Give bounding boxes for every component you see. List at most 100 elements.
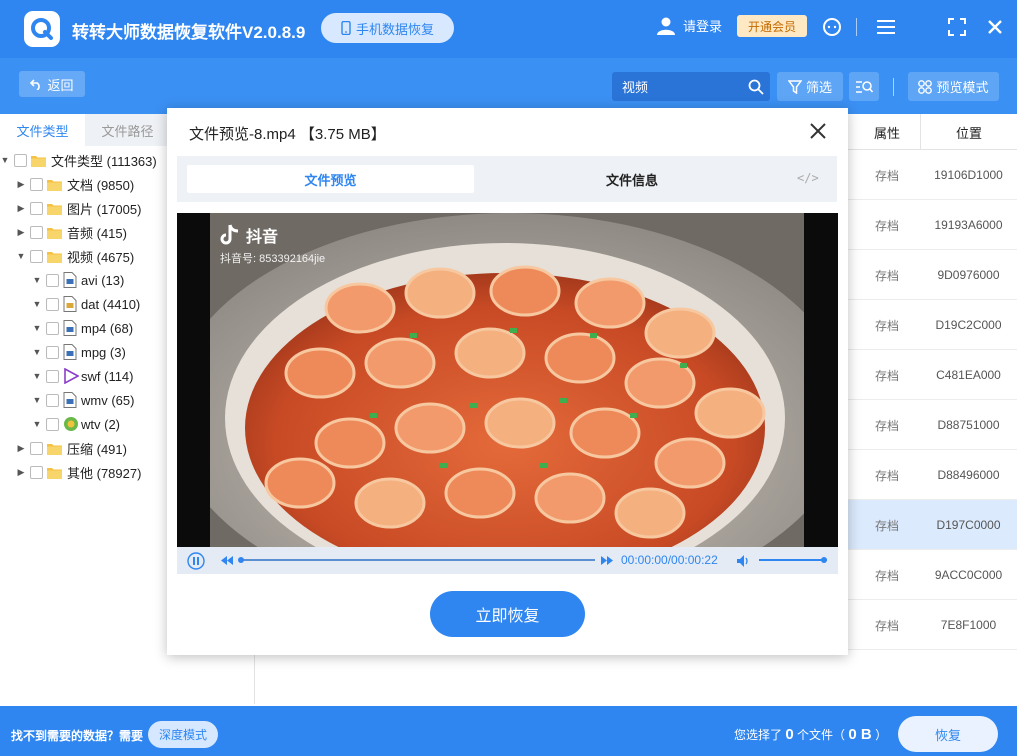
column-header-attr[interactable]: 属性 bbox=[848, 114, 926, 150]
volume-slider[interactable] bbox=[759, 557, 827, 563]
close-icon[interactable] bbox=[984, 16, 1006, 38]
tree-item-label: 文件类型 (111363) bbox=[51, 153, 157, 169]
tree-item-audio[interactable]: ▶ 音频 (415) bbox=[16, 220, 127, 244]
back-button[interactable]: 返回 bbox=[19, 71, 85, 97]
cell-attribute: 存档 bbox=[874, 168, 899, 183]
tree-item-other[interactable]: ▶ 其他 (78927) bbox=[16, 460, 141, 484]
chevron-down-icon[interactable]: ▼ bbox=[32, 371, 42, 381]
checkbox[interactable] bbox=[30, 177, 43, 191]
recover-now-button[interactable]: 立即恢复 bbox=[430, 591, 585, 637]
table-row[interactable]: 存档 C481EA000 bbox=[848, 350, 1017, 400]
shrimp-shape bbox=[544, 332, 616, 384]
checkbox[interactable] bbox=[46, 297, 59, 311]
dialog-close-icon[interactable] bbox=[807, 120, 829, 142]
deep-mode-button[interactable]: 深度模式 bbox=[148, 721, 218, 748]
cell-attribute: 存档 bbox=[874, 268, 899, 283]
tree-item-mpg[interactable]: ▼ mpg (3) bbox=[32, 340, 126, 364]
mobile-recovery-button[interactable]: 手机数据恢复 bbox=[321, 13, 454, 43]
table-row[interactable]: 存档 D88751000 bbox=[848, 400, 1017, 450]
tree-item-label: 压缩 (491) bbox=[67, 441, 127, 457]
list-search-button[interactable] bbox=[849, 72, 879, 101]
tab-file-path[interactable]: 文件路径 bbox=[85, 114, 170, 146]
tree-item-images[interactable]: ▶ 图片 (17005) bbox=[16, 196, 141, 220]
tab-file-preview[interactable]: 文件预览 bbox=[187, 165, 474, 193]
table-row[interactable]: 存档 D197C0000 bbox=[848, 500, 1017, 550]
login-link[interactable]: 请登录 bbox=[656, 16, 722, 35]
chevron-down-icon[interactable]: ▼ bbox=[32, 275, 42, 285]
shrimp-shape bbox=[534, 472, 606, 524]
menu-icon[interactable] bbox=[875, 16, 897, 38]
checkbox[interactable] bbox=[46, 417, 59, 431]
column-header-position[interactable]: 位置 bbox=[920, 114, 1017, 150]
code-icon[interactable]: </> bbox=[797, 171, 819, 185]
search-input[interactable] bbox=[612, 72, 742, 101]
support-icon[interactable] bbox=[821, 16, 843, 38]
checkbox[interactable] bbox=[46, 321, 59, 335]
maximize-icon[interactable] bbox=[946, 16, 968, 38]
checkbox[interactable] bbox=[30, 201, 43, 215]
chevron-down-icon[interactable]: ▼ bbox=[32, 419, 42, 429]
chevron-down-icon[interactable]: ▼ bbox=[32, 323, 42, 333]
checkbox[interactable] bbox=[30, 441, 43, 455]
video-player[interactable]: 抖音 抖音号: 853392164jie bbox=[177, 213, 838, 547]
table-row[interactable]: 存档 9D0976000 bbox=[848, 250, 1017, 300]
checkbox[interactable] bbox=[46, 345, 59, 359]
tree-item-wtv[interactable]: ▼ wtv (2) bbox=[32, 412, 120, 436]
search-icon[interactable] bbox=[748, 79, 764, 95]
table-row[interactable]: 存档 9ACC0C000 bbox=[848, 550, 1017, 600]
checkbox[interactable] bbox=[30, 249, 43, 263]
table-row[interactable]: 存档 19106D1000 bbox=[848, 150, 1017, 200]
chevron-down-icon[interactable]: ▼ bbox=[32, 299, 42, 309]
cell-position: 9ACC0C000 bbox=[934, 568, 1003, 582]
video-file-icon bbox=[63, 392, 77, 408]
rewind-icon[interactable] bbox=[221, 556, 233, 565]
chevron-down-icon[interactable]: ▼ bbox=[32, 347, 42, 357]
tree-item-label: 音频 (415) bbox=[67, 225, 127, 241]
table-row[interactable]: 存档 D19C2C000 bbox=[848, 300, 1017, 350]
table-row[interactable]: 存档 D88496000 bbox=[848, 450, 1017, 500]
filter-button[interactable]: 筛选 bbox=[777, 72, 843, 101]
checkbox[interactable] bbox=[46, 393, 59, 407]
fast-forward-icon[interactable] bbox=[601, 556, 613, 565]
tab-file-info[interactable]: 文件信息 bbox=[477, 165, 787, 193]
preview-mode-button[interactable]: 预览模式 bbox=[908, 72, 999, 101]
shrimp-shape bbox=[354, 477, 426, 529]
watermark-id: 抖音号: 853392164jie bbox=[220, 253, 326, 265]
chevron-right-icon[interactable]: ▶ bbox=[16, 467, 26, 477]
chevron-down-icon[interactable]: ▼ bbox=[32, 395, 42, 405]
chevron-right-icon[interactable]: ▶ bbox=[16, 227, 26, 237]
tree-item-video[interactable]: ▼ 视频 (4675) bbox=[16, 244, 134, 268]
time-display: 00:00:00/00:00:22 bbox=[621, 553, 718, 567]
tree-item-documents[interactable]: ▶ 文档 (9850) bbox=[16, 172, 134, 196]
tree-item-avi[interactable]: ▼ avi (13) bbox=[32, 268, 124, 292]
chevron-down-icon[interactable]: ▼ bbox=[16, 251, 26, 261]
checkbox[interactable] bbox=[30, 225, 43, 239]
tab-file-type[interactable]: 文件类型 bbox=[0, 114, 85, 146]
table-row[interactable]: 存档 19193A6000 bbox=[848, 200, 1017, 250]
preview-mode-label: 预览模式 bbox=[936, 80, 989, 95]
checkbox[interactable] bbox=[30, 465, 43, 479]
tree-item-swf[interactable]: ▼ swf (114) bbox=[32, 364, 134, 388]
seek-bar[interactable] bbox=[238, 557, 595, 563]
tree-item-root[interactable]: ▼ 文件类型 (111363) bbox=[0, 148, 157, 172]
table-row[interactable]: 存档 7E8F1000 bbox=[848, 600, 1017, 650]
checkbox[interactable] bbox=[46, 369, 59, 383]
tree-item-mp4[interactable]: ▼ mp4 (68) bbox=[32, 316, 133, 340]
chevron-right-icon[interactable]: ▶ bbox=[16, 443, 26, 453]
checkbox[interactable] bbox=[14, 153, 27, 167]
flash-play-icon bbox=[63, 367, 80, 385]
checkbox[interactable] bbox=[46, 273, 59, 287]
tree-item-dat[interactable]: ▼ dat (4410) bbox=[32, 292, 140, 316]
preview-tabs: 文件预览 文件信息 </> bbox=[177, 156, 837, 202]
vip-button[interactable]: 开通会员 bbox=[737, 15, 807, 37]
volume-handle[interactable] bbox=[821, 557, 827, 563]
recover-button[interactable]: 恢复 bbox=[898, 716, 998, 752]
chevron-down-icon[interactable]: ▼ bbox=[0, 155, 10, 165]
seek-handle[interactable] bbox=[238, 557, 244, 563]
chevron-right-icon[interactable]: ▶ bbox=[16, 203, 26, 213]
volume-icon[interactable] bbox=[737, 555, 751, 567]
tree-item-wmv[interactable]: ▼ wmv (65) bbox=[32, 388, 134, 412]
tree-item-archives[interactable]: ▶ 压缩 (491) bbox=[16, 436, 127, 460]
pause-icon[interactable] bbox=[187, 552, 205, 570]
chevron-right-icon[interactable]: ▶ bbox=[16, 179, 26, 189]
